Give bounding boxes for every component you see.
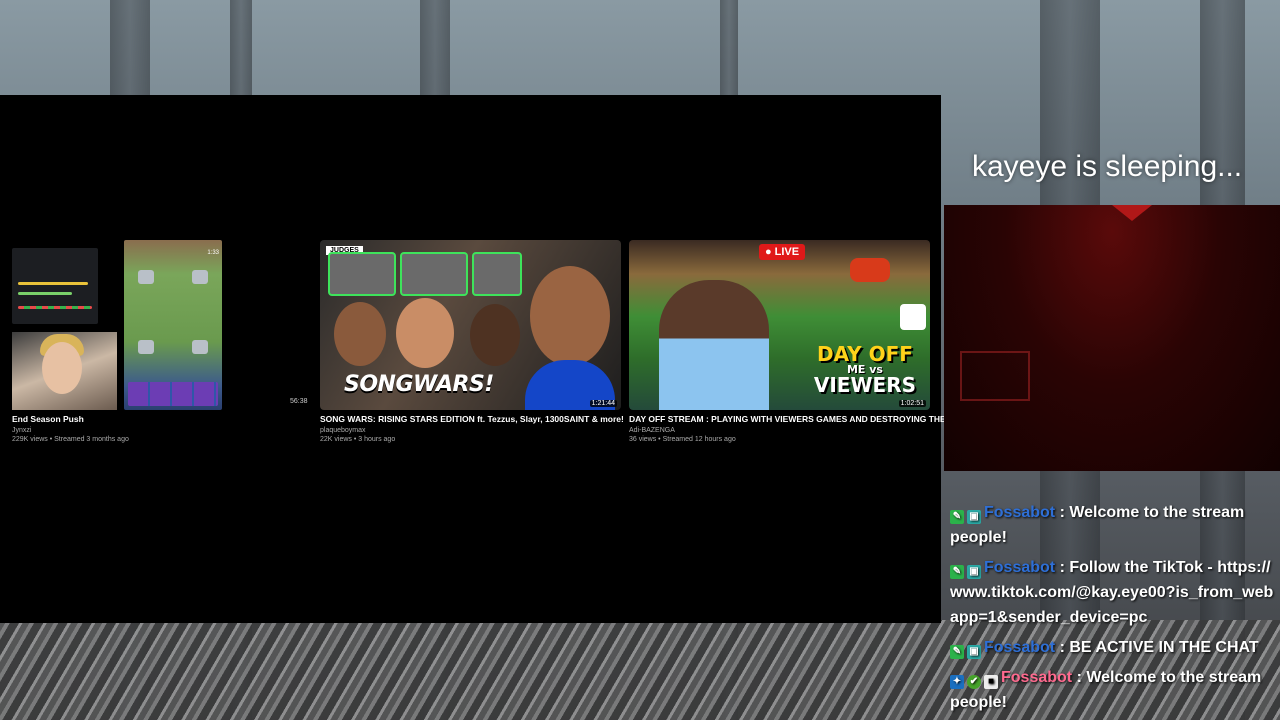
video-duration: 56:38 — [290, 398, 308, 405]
video-thumbnail[interactable]: 1:33 — [0, 240, 300, 410]
chat-message: ✦ ✔ ■ Fossabot : Welcome to the stream peop… — [950, 665, 1275, 715]
bot-icon: ▣ — [967, 645, 981, 659]
stream-status-text: kayeye is sleeping... — [972, 150, 1243, 183]
streamer-webcam — [12, 332, 117, 410]
vip-icon: ✦ — [950, 675, 964, 689]
thumbnail-line: DAY OFF — [816, 342, 913, 366]
video-title[interactable]: End Season Push — [12, 414, 300, 424]
stream-date: Streamed 12 hours ago — [662, 436, 736, 443]
video-thumbnail[interactable]: JUDGES SONGWARS! 1:21:44 — [320, 240, 621, 410]
video-meta: 36 views • Streamed 12 hours ago — [629, 436, 736, 443]
chat-separator: : — [1072, 669, 1087, 686]
chat-overlay: ✎ ▣ Fossabot : Welcome to the stream peopl… — [950, 500, 1275, 720]
person — [396, 298, 454, 368]
window-frame — [960, 351, 1030, 401]
video-duration: 1:33 — [207, 250, 219, 256]
thumbnail-title: SONGWARS! — [344, 372, 494, 397]
chat-message: ✎ ▣ Fossabot : BE ACTIVE IN THE CHAT — [950, 635, 1275, 660]
bot-icon: ▣ — [967, 510, 981, 524]
video-meta: 22K views • 3 hours ago — [320, 436, 396, 443]
video-duration: 1:02:51 — [898, 400, 926, 407]
video-player[interactable]: 1:33 End Season Push Jynxzi 229K views •… — [0, 95, 953, 623]
judge-frame — [328, 252, 396, 296]
video-title[interactable]: DAY OFF STREAM : PLAYING WITH VIEWERS GA… — [629, 414, 953, 424]
mod-icon: ✎ — [950, 510, 964, 524]
person — [334, 302, 386, 366]
video-thumbnail[interactable]: LIVE DAY OFF ME vs VIEWERS 1:02:51 — [629, 240, 930, 410]
game-logo-icon — [900, 304, 926, 330]
person — [470, 304, 520, 366]
video-card[interactable]: JUDGES SONGWARS! 1:21:44 SONG WARS: RISI… — [320, 240, 624, 443]
video-duration: 1:21:44 — [589, 400, 617, 407]
car-graphic — [850, 258, 890, 282]
box-icon: ■ — [984, 675, 998, 689]
webcam-feed — [944, 205, 1280, 471]
mod-icon: ✎ — [950, 565, 964, 579]
channel-name[interactable]: plaqueboymax — [320, 427, 621, 434]
chat-username: Fossabot — [984, 559, 1056, 576]
stats-overlay — [12, 248, 98, 324]
chat-text: BE ACTIVE IN THE CHAT — [1069, 639, 1259, 656]
chat-separator: : — [1055, 504, 1070, 521]
chat-username: Fossabot — [984, 639, 1056, 656]
person — [530, 266, 610, 366]
live-badge: LIVE — [759, 244, 806, 260]
red-light — [1112, 205, 1152, 221]
thumbnail-text: DAY OFF ME vs VIEWERS — [814, 344, 916, 395]
person — [659, 280, 769, 410]
game-screen: 1:33 — [124, 240, 222, 410]
view-count: 229K views — [12, 436, 48, 443]
verified-icon: ✔ — [967, 675, 981, 689]
thumbnail-line: VIEWERS — [813, 373, 916, 397]
mod-icon: ✎ — [950, 645, 964, 659]
judge-frame — [472, 252, 522, 296]
stream-date: 3 hours ago — [358, 436, 396, 443]
video-card[interactable]: LIVE DAY OFF ME vs VIEWERS 1:02:51 DAY O… — [629, 240, 953, 443]
view-count: 36 views — [629, 436, 657, 443]
channel-name[interactable]: Jynxzi — [12, 427, 300, 434]
video-card[interactable]: 1:33 End Season Push Jynxzi 229K views •… — [0, 240, 300, 443]
chat-message: ✎ ▣ Fossabot : Welcome to the stream peopl… — [950, 500, 1275, 550]
judge-frame — [400, 252, 468, 296]
chat-separator: : — [1055, 559, 1070, 576]
bot-icon: ▣ — [967, 565, 981, 579]
view-count: 22K views — [320, 436, 352, 443]
video-meta: 229K views • Streamed 3 months ago — [12, 436, 129, 443]
channel-name[interactable]: Adi-BAZENGA — [629, 427, 930, 434]
video-title[interactable]: SONG WARS: RISING STARS EDITION ft. Tezz… — [320, 414, 624, 424]
chat-message: ✎ ▣ Fossabot : Follow the TikTok - https:/… — [950, 555, 1275, 630]
chat-username: Fossabot — [984, 504, 1056, 521]
stream-date: Streamed 3 months ago — [54, 436, 129, 443]
chat-separator: : — [1055, 639, 1070, 656]
chat-username: Fossabot — [1001, 669, 1073, 686]
